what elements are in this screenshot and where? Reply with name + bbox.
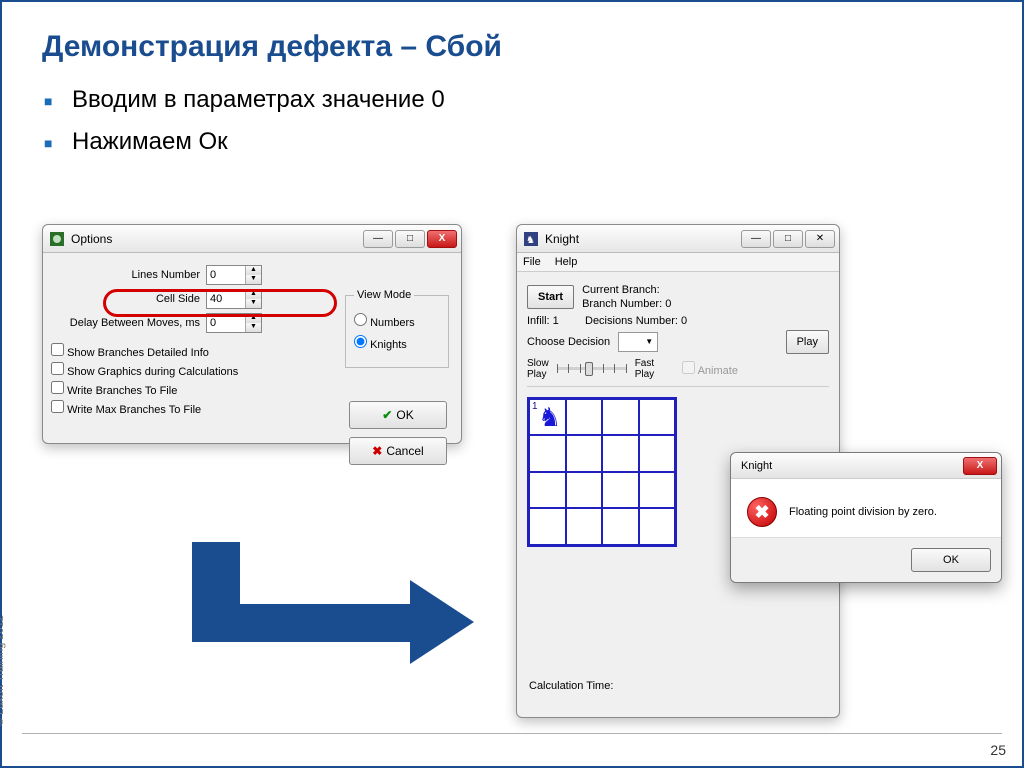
branch-number-label: Branch Number: 0 <box>582 297 671 311</box>
grid-cell[interactable] <box>529 472 566 509</box>
delay-label: Delay Between Moves, ms <box>51 317 206 329</box>
cell-side-label: Cell Side <box>51 293 206 305</box>
grid-cell[interactable] <box>602 399 639 436</box>
maximize-button[interactable]: □ <box>395 230 425 248</box>
options-titlebar: Options — □ X <box>43 225 461 253</box>
lines-number-label: Lines Number <box>51 269 206 281</box>
bullet-1: Вводим в параметрах значение 0 <box>72 86 1002 114</box>
knight-piece-icon: ♞ <box>538 402 561 433</box>
start-button[interactable]: Start <box>527 285 574 309</box>
error-icon: ✖ <box>747 497 777 527</box>
svg-text:♞: ♞ <box>526 235 535 246</box>
error-title-text: Knight <box>741 460 772 472</box>
knight-app-icon: ♞ <box>523 231 539 247</box>
grid-cell[interactable] <box>639 472 676 509</box>
error-dialog: Knight X ✖ Floating point division by ze… <box>730 452 1002 583</box>
options-app-icon <box>49 231 65 247</box>
grid-cell[interactable] <box>639 508 676 545</box>
knight-title-text: Knight <box>545 232 579 246</box>
spin-down-icon[interactable]: ▼ <box>246 275 261 284</box>
error-message: Floating point division by zero. <box>789 506 937 518</box>
delay-input[interactable] <box>207 314 245 332</box>
slow-play-label: Slow Play <box>527 358 549 380</box>
grid-cell[interactable] <box>602 508 639 545</box>
play-button[interactable]: Play <box>786 330 829 354</box>
knight-menubar: File Help <box>517 253 839 272</box>
decisions-label: Decisions Number: 0 <box>585 315 687 327</box>
cell-number: 1 <box>532 401 538 412</box>
cancel-button[interactable]: ✖Cancel <box>349 437 447 465</box>
spin-up-icon[interactable]: ▲ <box>246 266 261 275</box>
chess-grid: 1 ♞ <box>527 397 677 547</box>
cell-side-spinner[interactable]: ▲▼ <box>206 289 262 309</box>
lines-number-spinner[interactable]: ▲▼ <box>206 265 262 285</box>
grid-cell[interactable] <box>639 435 676 472</box>
animate-checkbox[interactable]: Animate <box>682 361 738 377</box>
x-icon: ✖ <box>372 444 382 458</box>
copyright-text: © Luxoft Training 2012 <box>0 615 6 726</box>
grid-cell[interactable] <box>566 472 603 509</box>
grid-cell[interactable] <box>566 435 603 472</box>
bullet-2: Нажимаем Ок <box>72 128 1002 156</box>
cell-side-input[interactable] <box>207 290 245 308</box>
radio-knights[interactable]: Knights <box>354 339 407 351</box>
grid-cell[interactable] <box>566 508 603 545</box>
view-mode-group: View Mode Numbers Knights <box>345 289 449 368</box>
delay-spinner[interactable]: ▲▼ <box>206 313 262 333</box>
error-ok-button[interactable]: OK <box>911 548 991 572</box>
close-button[interactable]: ✕ <box>805 230 835 248</box>
spin-up-icon[interactable]: ▲ <box>246 290 261 299</box>
menu-file[interactable]: File <box>523 256 541 268</box>
spin-down-icon[interactable]: ▼ <box>246 299 261 308</box>
fast-play-label: Fast Play <box>635 358 654 380</box>
grid-cell[interactable] <box>602 472 639 509</box>
chevron-down-icon: ▼ <box>645 337 653 346</box>
minimize-button[interactable]: — <box>741 230 771 248</box>
options-window: Options — □ X Lines Number ▲▼ Cell Side … <box>42 224 462 444</box>
spin-up-icon[interactable]: ▲ <box>246 314 261 323</box>
grid-cell[interactable] <box>529 508 566 545</box>
grid-cell[interactable] <box>529 435 566 472</box>
lines-number-input[interactable] <box>207 266 245 284</box>
slide-title: Демонстрация дефекта – Сбой <box>2 2 1022 78</box>
ok-button[interactable]: ✔OK <box>349 401 447 429</box>
close-button[interactable]: X <box>427 230 457 248</box>
minimize-button[interactable]: — <box>363 230 393 248</box>
knight-titlebar: ♞ Knight — □ ✕ <box>517 225 839 253</box>
grid-cell[interactable]: 1 ♞ <box>529 399 566 436</box>
view-mode-legend: View Mode <box>354 289 414 301</box>
maximize-button[interactable]: □ <box>773 230 803 248</box>
current-branch-label: Current Branch: <box>582 283 671 297</box>
grid-cell[interactable] <box>566 399 603 436</box>
page-number: 25 <box>990 742 1006 758</box>
infill-label: Infill: 1 <box>527 315 577 327</box>
footer-divider <box>22 733 1002 734</box>
speed-slider[interactable] <box>557 367 627 370</box>
choose-decision-dropdown[interactable]: ▼ <box>618 332 658 352</box>
check-write-branches[interactable]: Write Branches To File <box>51 381 453 397</box>
flow-arrow-icon <box>192 542 492 662</box>
grid-cell[interactable] <box>639 399 676 436</box>
options-title-text: Options <box>71 232 112 246</box>
radio-numbers[interactable]: Numbers <box>354 317 415 329</box>
choose-decision-label: Choose Decision <box>527 336 610 348</box>
grid-cell[interactable] <box>602 435 639 472</box>
check-icon: ✔ <box>382 408 392 422</box>
menu-help[interactable]: Help <box>555 256 578 268</box>
bullet-list: Вводим в параметрах значение 0 Нажимаем … <box>2 78 1022 156</box>
close-button[interactable]: X <box>963 457 997 475</box>
spin-down-icon[interactable]: ▼ <box>246 323 261 332</box>
calculation-time-label: Calculation Time: <box>529 680 613 692</box>
